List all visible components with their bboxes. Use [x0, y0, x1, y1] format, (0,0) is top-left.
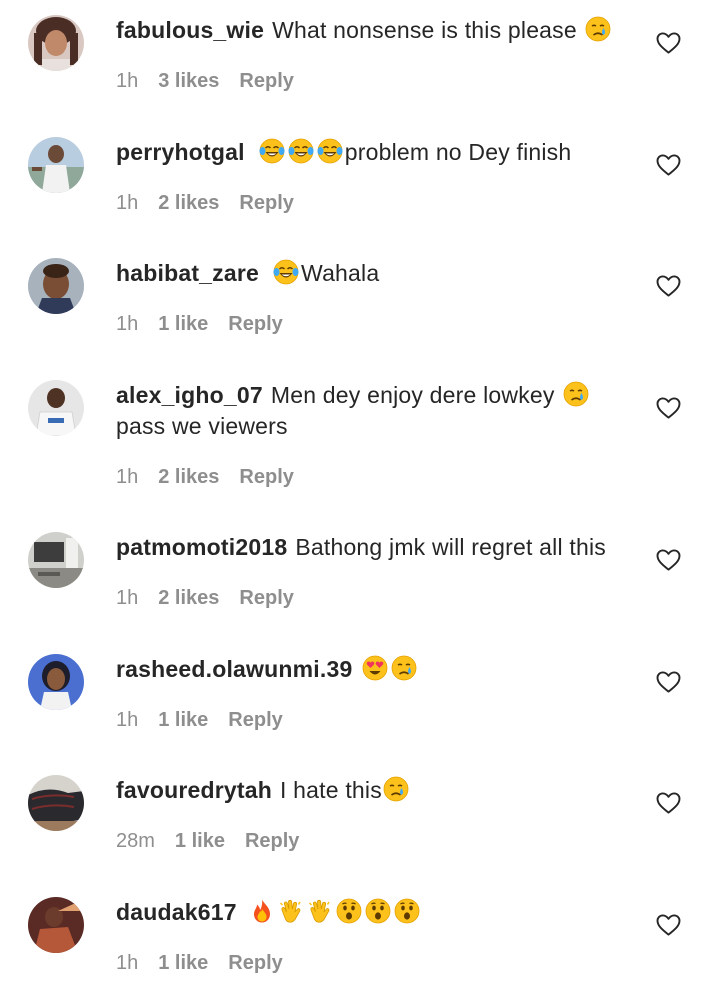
comment-likes[interactable]: 1 like: [158, 952, 208, 974]
comment-meta: 1h 2 likes Reply: [116, 192, 314, 215]
heart-outline-icon[interactable]: [656, 914, 681, 936]
reply-button[interactable]: Reply: [228, 709, 282, 731]
tears-of-joy-emoji-icon: [259, 138, 285, 164]
tears-of-joy-emoji-icon: [317, 138, 343, 164]
comment-text: habibat_zare Wahala: [116, 258, 631, 289]
heart-outline-icon[interactable]: [656, 397, 681, 419]
comment-likes[interactable]: 2 likes: [158, 192, 219, 214]
comment-text: patmomoti2018 Bathong jmk will regret all…: [116, 532, 631, 563]
comment-meta: 1h 2 likes Reply: [116, 466, 314, 489]
comment-time: 1h: [116, 587, 139, 609]
comment-likes[interactable]: 1 like: [175, 830, 225, 852]
comment-text: favouredrytah I hate this: [116, 775, 631, 806]
comment-time: 1h: [116, 952, 139, 974]
comment-likes[interactable]: 2 likes: [158, 587, 219, 609]
comment-body-continued: pass we viewers: [116, 413, 288, 439]
crying-face-emoji-icon: [383, 776, 409, 802]
comment-body: Men dey enjoy dere lowkey: [270, 382, 555, 408]
comment-time: 1h: [116, 192, 139, 214]
comment-username[interactable]: patmomoti2018: [116, 534, 287, 560]
heart-outline-icon[interactable]: [656, 549, 681, 571]
crying-face-emoji-icon: [563, 381, 589, 407]
comment-likes[interactable]: 2 likes: [158, 466, 219, 488]
reply-button[interactable]: Reply: [239, 587, 293, 609]
avatar[interactable]: [28, 654, 84, 710]
heart-eyes-emoji-icon: [362, 655, 388, 681]
crying-face-emoji-icon: [585, 16, 611, 42]
comment-username[interactable]: alex_igho_07: [116, 382, 263, 408]
heart-outline-icon[interactable]: [656, 671, 681, 693]
reply-button[interactable]: Reply: [239, 70, 293, 92]
avatar[interactable]: [28, 532, 84, 588]
comment-username[interactable]: rasheed.olawunmi.39: [116, 656, 352, 682]
comment-meta: 1h 1 like Reply: [116, 313, 303, 336]
comment-username[interactable]: daudak617: [116, 899, 237, 925]
comment-meta: 1h 1 like Reply: [116, 709, 303, 732]
reply-button[interactable]: Reply: [239, 192, 293, 214]
comment-text: alex_igho_07 Men dey enjoy dere lowkey pas…: [116, 380, 631, 442]
reply-button[interactable]: Reply: [228, 313, 282, 335]
comment-time: 1h: [116, 466, 139, 488]
heart-outline-icon[interactable]: [656, 32, 681, 54]
comment-username[interactable]: favouredrytah: [116, 777, 272, 803]
tears-of-joy-emoji-icon: [288, 138, 314, 164]
avatar[interactable]: [28, 137, 84, 193]
comment-username[interactable]: perryhotgal: [116, 139, 245, 165]
comment-body: Wahala: [301, 260, 380, 286]
comment-text: daudak617: [116, 897, 631, 928]
comment-body: problem no Dey finish: [344, 139, 572, 165]
comment-likes[interactable]: 1 like: [158, 313, 208, 335]
astonished-face-emoji-icon: [336, 898, 362, 924]
reply-button[interactable]: Reply: [228, 952, 282, 974]
comment-text: perryhotgal problem no Dey finish: [116, 137, 631, 168]
comment-meta: 1h 2 likes Reply: [116, 587, 314, 610]
reply-button[interactable]: Reply: [245, 830, 299, 852]
heart-outline-icon[interactable]: [656, 792, 681, 814]
comment-time: 1h: [116, 70, 139, 92]
avatar[interactable]: [28, 380, 84, 436]
avatar[interactable]: [28, 775, 84, 831]
comment-meta: 1h 3 likes Reply: [116, 70, 314, 93]
comment-time: 28m: [116, 830, 155, 852]
comment-meta: 28m 1 like Reply: [116, 830, 319, 853]
comment-text: fabulous_wie What nonsense is this please: [116, 15, 631, 46]
comment-body: What nonsense is this please: [272, 17, 577, 43]
reply-button[interactable]: Reply: [239, 466, 293, 488]
crying-face-emoji-icon: [391, 655, 417, 681]
fire-emoji-icon: [249, 898, 275, 924]
avatar[interactable]: [28, 258, 84, 314]
heart-outline-icon[interactable]: [656, 275, 681, 297]
comment-meta: 1h 1 like Reply: [116, 952, 303, 975]
astonished-face-emoji-icon: [394, 898, 420, 924]
heart-outline-icon[interactable]: [656, 154, 681, 176]
avatar[interactable]: [28, 15, 84, 71]
comment-likes[interactable]: 1 like: [158, 709, 208, 731]
comment-username[interactable]: fabulous_wie: [116, 17, 264, 43]
comment-time: 1h: [116, 313, 139, 335]
tears-of-joy-emoji-icon: [273, 259, 299, 285]
clapping-hands-emoji-icon: [278, 898, 304, 924]
avatar[interactable]: [28, 897, 84, 953]
comment-username[interactable]: habibat_zare: [116, 260, 259, 286]
astonished-face-emoji-icon: [365, 898, 391, 924]
comment-body: I hate this: [279, 777, 382, 803]
comment-likes[interactable]: 3 likes: [158, 70, 219, 92]
clapping-hands-emoji-icon: [307, 898, 333, 924]
comment-time: 1h: [116, 709, 139, 731]
comment-text: rasheed.olawunmi.39: [116, 654, 631, 685]
comment-body: Bathong jmk will regret all this: [295, 534, 606, 560]
